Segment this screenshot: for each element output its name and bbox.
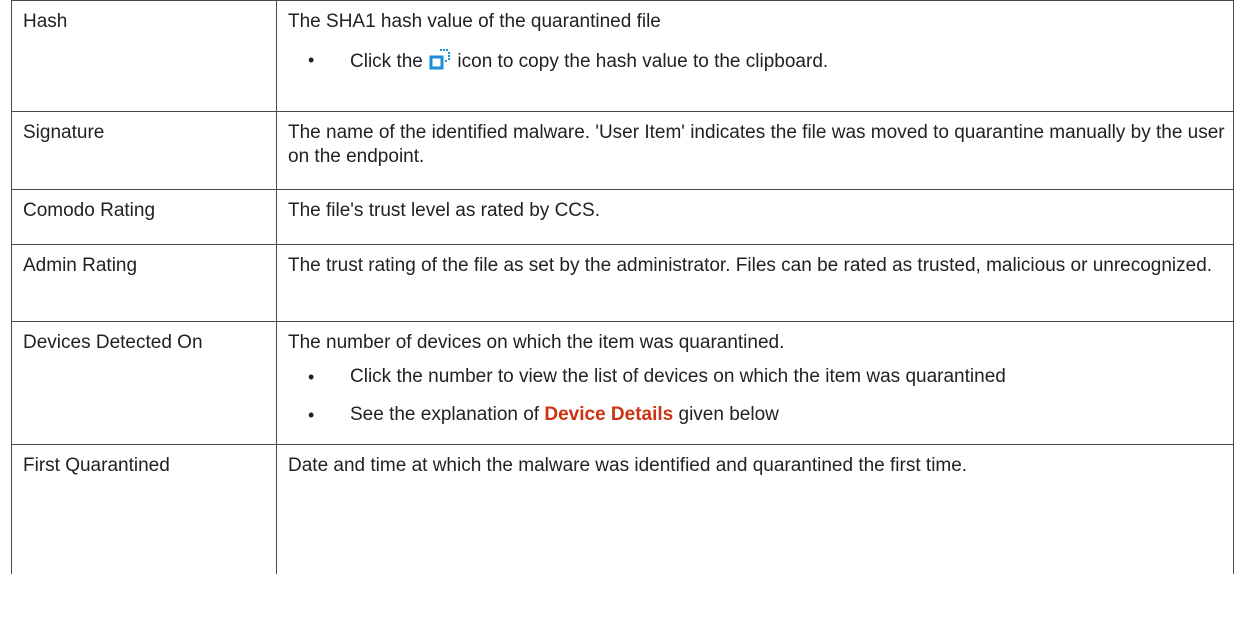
- bullet-text-before-link: See the explanation of: [350, 404, 540, 425]
- field-name: Signature: [11, 111, 277, 190]
- list-item: • Click the icon to copy the hash value …: [288, 48, 1229, 74]
- device-details-link[interactable]: Device Details: [544, 404, 673, 425]
- field-description: The number of devices on which the item …: [276, 321, 1234, 445]
- table-row: Admin Rating The trust rating of the fil…: [11, 244, 1234, 322]
- description-text: The number of devices on which the item …: [288, 332, 785, 353]
- table-row: First Quarantined Date and time at which…: [11, 444, 1234, 574]
- field-description: The trust rating of the file as set by t…: [276, 244, 1234, 322]
- field-name: Admin Rating: [11, 244, 277, 322]
- description-text: The SHA1 hash value of the quarantined f…: [288, 11, 661, 32]
- field-name: Comodo Rating: [11, 189, 277, 245]
- field-name: First Quarantined: [11, 444, 277, 574]
- field-name: Hash: [11, 0, 277, 112]
- table-row: Hash The SHA1 hash value of the quaranti…: [11, 0, 1234, 112]
- field-description: The file's trust level as rated by CCS.: [276, 189, 1234, 245]
- list-item: • Click the number to view the list of d…: [288, 365, 1229, 389]
- field-description: The SHA1 hash value of the quarantined f…: [276, 0, 1234, 112]
- bullet-text-after-link: given below: [678, 404, 779, 425]
- copy-icon: [429, 48, 451, 70]
- quarantine-fields-table: Hash The SHA1 hash value of the quaranti…: [11, 0, 1234, 574]
- bullet-list: • Click the icon to copy the hash value …: [288, 48, 1229, 74]
- field-description: Date and time at which the malware was i…: [276, 444, 1234, 574]
- bullet-dot: •: [308, 405, 315, 425]
- list-item: • See the explanation of Device Details …: [288, 403, 1229, 427]
- bullet-list: • Click the number to view the list of d…: [288, 365, 1229, 427]
- bullet-text: Click the number to view the list of dev…: [350, 366, 1006, 387]
- table-row: Devices Detected On The number of device…: [11, 321, 1234, 445]
- field-name: Devices Detected On: [11, 321, 277, 445]
- table-row: Signature The name of the identified mal…: [11, 111, 1234, 190]
- bullet-text-before-icon: Click the: [350, 51, 423, 72]
- bullet-dot: •: [308, 50, 315, 70]
- bullet-dot: •: [308, 367, 315, 387]
- bullet-text-after-icon: icon to copy the hash value to the clipb…: [457, 51, 829, 72]
- field-description: The name of the identified malware. 'Use…: [276, 111, 1234, 190]
- table-row: Comodo Rating The file's trust level as …: [11, 189, 1234, 245]
